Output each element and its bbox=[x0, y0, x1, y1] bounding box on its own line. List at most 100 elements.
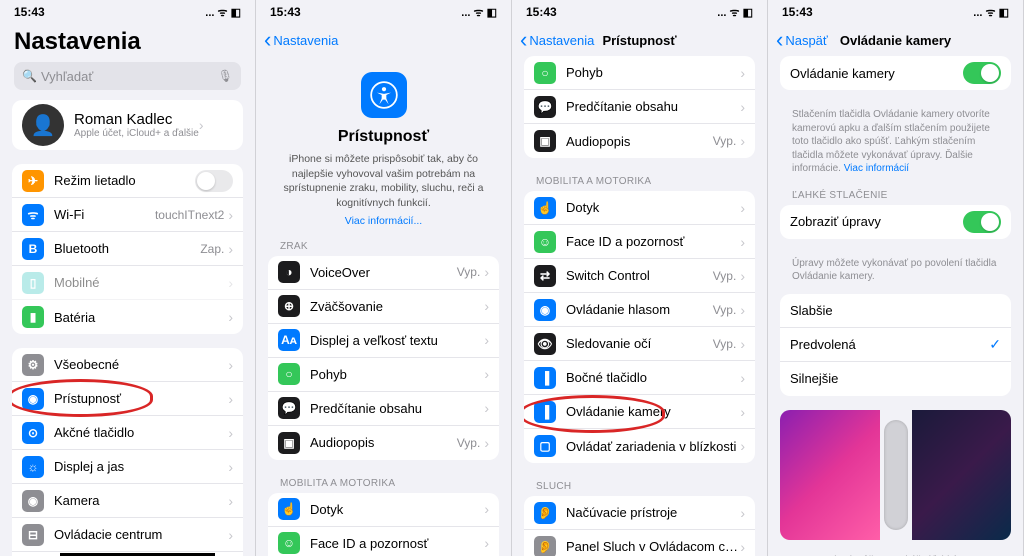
hero-header: Prístupnosť iPhone si môžete prispôsobiť… bbox=[256, 56, 511, 237]
row-displej-a-velkost-textu[interactable]: AᴀDisplej a veľkosť textu› bbox=[268, 324, 499, 358]
row-face-id-a-pozornost[interactable]: ☺Face ID a pozornosť› bbox=[524, 225, 755, 259]
row-pristupnost[interactable]: ◉Prístupnosť› bbox=[12, 382, 243, 416]
ovladanie-hlasom-icon: ◉ bbox=[534, 299, 556, 321]
row-ovladanie-kamery[interactable]: ▐Ovládanie kamery› bbox=[524, 395, 755, 429]
row-label: Predčítanie obsahu bbox=[310, 401, 484, 416]
row-audiopopis[interactable]: ▣ AudiopopisVyp.› bbox=[524, 124, 755, 158]
row-predcitanie-obsahu[interactable]: 💬Predčítanie obsahu› bbox=[268, 392, 499, 426]
row-label: Wi-Fi bbox=[54, 207, 155, 222]
row-predcitanie-obsahu[interactable]: 💬Predčítanie obsahu› bbox=[524, 90, 755, 124]
chevron-right-icon: › bbox=[228, 309, 233, 325]
section-header-mobility: Mobilita a motorika bbox=[256, 474, 511, 493]
row-pohyb[interactable]: ○Pohyb› bbox=[524, 56, 755, 90]
page-title: Nastavenia bbox=[0, 24, 255, 62]
chevron-right-icon: › bbox=[740, 133, 745, 149]
section-header-vision: Zrak bbox=[256, 237, 511, 256]
row-mobilne[interactable]: ▯Mobilné› bbox=[12, 266, 243, 300]
row-sledovanie-oci[interactable]: 👁Sledovanie očíVyp.› bbox=[524, 327, 755, 361]
chevron-right-icon: › bbox=[228, 241, 233, 257]
screen-settings: 15:43 ... ᯤ ◧ Nastavenia 🔍 Vyhľadať 🎙 👤 … bbox=[0, 0, 256, 556]
row-camera-control-toggle[interactable]: Ovládanie kamery bbox=[780, 56, 1011, 90]
profile-sub: Apple účet, iCloud+ a ďalšie bbox=[74, 128, 199, 139]
row-bateria[interactable]: ▮Batéria› bbox=[12, 300, 243, 334]
toggle-switch[interactable] bbox=[195, 170, 233, 192]
toggle-switch[interactable] bbox=[963, 62, 1001, 84]
row-ovladat-zariadenia-v-blizkosti[interactable]: ▢Ovládať zariadenia v blízkosti› bbox=[524, 429, 755, 463]
chevron-right-icon: › bbox=[484, 400, 489, 416]
row-label: Pohyb bbox=[566, 65, 740, 80]
row-ovladacie-centrum[interactable]: ⊟Ovládacie centrum› bbox=[12, 518, 243, 552]
back-button[interactable]: Naspäť bbox=[776, 29, 828, 51]
row-vseobecne[interactable]: ⚙Všeobecné› bbox=[12, 348, 243, 382]
row-label: Zväčšovanie bbox=[310, 299, 484, 314]
more-info-link[interactable]: Viac informácií bbox=[844, 163, 909, 174]
status-icons: ... ᯤ ◧ bbox=[461, 5, 497, 20]
row-value: Vyp. bbox=[713, 134, 737, 148]
back-button[interactable]: Nastavenia bbox=[520, 29, 594, 51]
row-value: Vyp. bbox=[713, 303, 737, 317]
row-label: Switch Control bbox=[566, 268, 713, 283]
nav-title: Ovládanie kamery bbox=[840, 33, 951, 48]
row-bluetooth[interactable]: BBluetoothZap.› bbox=[12, 232, 243, 266]
row-label: Prístupnosť bbox=[54, 391, 228, 406]
chevron-right-icon: › bbox=[484, 535, 489, 551]
screen-camera-control: 15:43 ... ᯤ ◧ Naspäť Ovládanie kamery Ov… bbox=[768, 0, 1024, 556]
displej-a-velkost-textu-icon: Aᴀ bbox=[278, 329, 300, 351]
hero-link[interactable]: Viac informácií... bbox=[345, 215, 422, 227]
row-label: VoiceOver bbox=[310, 265, 457, 280]
audiopopis-icon: ▣ bbox=[534, 130, 556, 152]
search-input[interactable]: 🔍 Vyhľadať 🎙 bbox=[14, 62, 241, 90]
row-dotyk[interactable]: ☝Dotyk› bbox=[524, 191, 755, 225]
row-switch-control[interactable]: ⇄Switch ControlVyp.› bbox=[524, 259, 755, 293]
row-face-id-a-pozornost[interactable]: ☺Face ID a pozornosť› bbox=[268, 527, 499, 556]
mic-icon[interactable]: 🎙 bbox=[218, 69, 233, 83]
ovladanie-kamery-icon: ▐ bbox=[534, 401, 556, 423]
status-icons: ... ᯤ ◧ bbox=[205, 5, 241, 20]
toggle-switch[interactable] bbox=[963, 211, 1001, 233]
row-option-silnejšie[interactable]: Silnejšie bbox=[780, 362, 1011, 396]
face-id-a-pozornost-icon: ☺ bbox=[534, 231, 556, 253]
row-zvacsovanie[interactable]: ⊕Zväčšovanie› bbox=[268, 290, 499, 324]
bocne-tlacidlo-icon: ▐ bbox=[534, 367, 556, 389]
row-dotyk[interactable]: ☝Dotyk› bbox=[268, 493, 499, 527]
section-header-light-press: Ľahké stlačenie bbox=[768, 186, 1023, 205]
row-displej-a-jas[interactable]: ☼Displej a jas› bbox=[12, 450, 243, 484]
mobilne-icon: ▯ bbox=[22, 272, 44, 294]
row-audiopopis[interactable]: ▣AudiopopisVyp.› bbox=[268, 426, 499, 460]
status-bar: 15:43 ... ᯤ ◧ bbox=[0, 0, 255, 24]
row-label: Ovládanie hlasom bbox=[566, 302, 713, 317]
row-value: Zap. bbox=[200, 242, 224, 256]
row-show-adjustments-toggle[interactable]: Zobraziť úpravy bbox=[780, 205, 1011, 239]
row-label: Panel Sluch v Ovládacom centre bbox=[566, 539, 740, 554]
row-label: Silnejšie bbox=[790, 371, 1001, 386]
accessibility-icon bbox=[361, 72, 407, 118]
row-panel-sluch-v-ovladacom-centre[interactable]: 👂Panel Sluch v Ovládacom centre› bbox=[524, 530, 755, 556]
row-bocne-tlacidlo[interactable]: ▐Bočné tlačidlo› bbox=[524, 361, 755, 395]
row-voiceover[interactable]: ◑VoiceOverVyp.› bbox=[268, 256, 499, 290]
row-label: Režim lietadlo bbox=[54, 173, 195, 188]
pohyb-icon: ○ bbox=[534, 62, 556, 84]
nav-bar: Naspäť Ovládanie kamery bbox=[768, 24, 1023, 56]
row-label: Face ID a pozornosť bbox=[566, 234, 740, 249]
row-option-slabšie[interactable]: Slabšie bbox=[780, 294, 1011, 328]
row-nacuvacie-pristroje[interactable]: 👂Načúvacie prístroje› bbox=[524, 496, 755, 530]
checkmark-icon: ✓ bbox=[989, 336, 1001, 353]
section-header-hearing: Sluch bbox=[512, 477, 767, 496]
camera-control-preview bbox=[780, 410, 1011, 540]
row-ovladanie-hlasom[interactable]: ◉Ovládanie hlasomVyp.› bbox=[524, 293, 755, 327]
row-akcne-tlacidlo[interactable]: ⊙Akčné tlačidlo› bbox=[12, 416, 243, 450]
status-bar: 15:43 ... ᯤ ◧ bbox=[768, 0, 1023, 24]
row-wi-fi[interactable]: ᯤWi-FitouchITnext2› bbox=[12, 198, 243, 232]
screen-accessibility: 15:43 ... ᯤ ◧ Nastavenia Prístupnosť iPh… bbox=[256, 0, 512, 556]
back-button[interactable]: Nastavenia bbox=[264, 29, 338, 51]
status-bar: 15:43 ... ᯤ ◧ bbox=[512, 0, 767, 24]
row-label: Audiopopis bbox=[566, 134, 713, 149]
row-pohyb[interactable]: ○Pohyb› bbox=[268, 358, 499, 392]
row-kamera[interactable]: ◉Kamera› bbox=[12, 484, 243, 518]
profile-row[interactable]: 👤 Roman Kadlec Apple účet, iCloud+ a ďal… bbox=[12, 100, 243, 150]
row-rezim-lietadlo[interactable]: ✈Režim lietadlo bbox=[12, 164, 243, 198]
chevron-right-icon: › bbox=[484, 435, 489, 451]
row-value: touchITnext2 bbox=[155, 208, 224, 222]
row-label: Všeobecné bbox=[54, 357, 228, 372]
row-option-predvolená[interactable]: Predvolená✓ bbox=[780, 328, 1011, 362]
